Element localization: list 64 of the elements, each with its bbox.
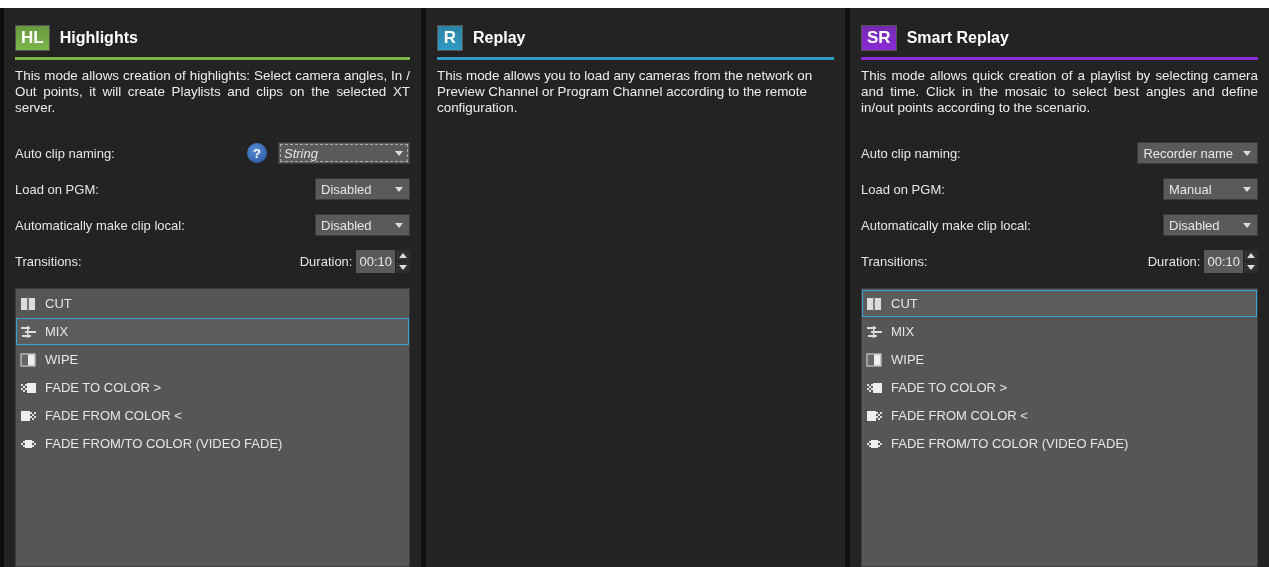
transition-item[interactable]: MIX (16, 318, 409, 345)
setting-label: Load on PGM: (15, 181, 99, 197)
split-panels-icon (20, 296, 37, 311)
mode-badge: SR (861, 25, 897, 51)
checker-to-solid-icon (20, 380, 37, 395)
dropdown[interactable]: Manual (1163, 178, 1258, 200)
split-panels-icon (866, 296, 883, 311)
caret-icon (1243, 150, 1251, 156)
transition-item[interactable]: FADE FROM COLOR < (16, 402, 409, 429)
solid-to-checker-icon (20, 408, 37, 423)
up-arrow-icon (399, 252, 407, 258)
transition-item[interactable]: FADE FROM COLOR < (862, 402, 1257, 429)
bars-icon (20, 324, 37, 339)
duration-field[interactable]: 00:10 (1204, 249, 1243, 273)
transition-item[interactable]: MIX (862, 318, 1257, 345)
mode-badge: R (437, 25, 463, 51)
caret-icon (1243, 186, 1251, 192)
increment-button[interactable] (396, 249, 410, 261)
down-arrow-icon (1247, 264, 1255, 270)
up-arrow-icon (1247, 252, 1255, 258)
transition-item[interactable]: WIPE (862, 346, 1257, 373)
duration-label: Duration: (299, 253, 353, 269)
help-icon[interactable]: ? (247, 143, 267, 163)
dropdown[interactable]: Recorder name (1137, 142, 1258, 164)
setting-label: Automatically make clip local: (15, 217, 185, 233)
bars-icon (866, 324, 883, 339)
decrement-button[interactable] (396, 261, 410, 273)
solid-to-checker-icon (866, 408, 883, 423)
transition-item[interactable]: FADE FROM/TO COLOR (VIDEO FADE) (862, 430, 1257, 457)
caret-icon (395, 222, 403, 228)
half-filled-square-icon (866, 352, 883, 367)
mode-description: This mode allows you to load any cameras from the network on Preview Channel or Program Channel according to the remote configuration. (437, 68, 814, 116)
transition-item[interactable]: WIPE (16, 346, 409, 373)
mode-badge: HL (15, 25, 50, 51)
caret-icon (395, 186, 403, 192)
transitions-label: Transitions: (861, 253, 928, 269)
transition-item[interactable]: CUT (16, 290, 409, 317)
half-filled-square-icon (20, 352, 37, 367)
increment-button[interactable] (1244, 249, 1258, 261)
transition-item[interactable]: FADE FROM/TO COLOR (VIDEO FADE) (16, 430, 409, 457)
setting-label: Automatically make clip local: (861, 217, 1031, 233)
dropdown[interactable]: Disabled (315, 214, 410, 236)
dropdown[interactable]: Disabled (1163, 214, 1258, 236)
dropdown[interactable]: Disabled (315, 178, 410, 200)
mode-description: This mode allows creation of highlights: Select camera angles, In / Out points, it will create Playlists and clips on the selected XT server. (15, 68, 410, 116)
duration-field[interactable]: 00:10 (356, 249, 395, 273)
setting-label: Load on PGM: (861, 181, 945, 197)
mode-title: Highlights (59, 29, 138, 47)
dropdown[interactable]: String (278, 142, 410, 164)
transition-item[interactable]: FADE TO COLOR > (862, 374, 1257, 401)
checker-to-solid-icon (866, 380, 883, 395)
down-arrow-icon (399, 264, 407, 270)
transitions-label: Transitions: (15, 253, 82, 269)
caret-icon (1243, 222, 1251, 228)
setting-label: Auto clip naming: (861, 145, 961, 161)
mode-title: Smart Replay (906, 29, 1009, 47)
transition-item[interactable]: CUT (862, 290, 1257, 317)
mode-title: Replay (473, 29, 526, 47)
transition-item[interactable]: FADE TO COLOR > (16, 374, 409, 401)
duration-label: Duration: (1147, 253, 1201, 269)
decrement-button[interactable] (1244, 261, 1258, 273)
caret-icon (395, 150, 403, 156)
mode-description: This mode allows quick creation of a playlist by selecting camera and time. Click in the mosaic to select best angles and define in/out points according to the scenario. (861, 68, 1258, 116)
setting-label: Auto clip naming: (15, 145, 115, 161)
